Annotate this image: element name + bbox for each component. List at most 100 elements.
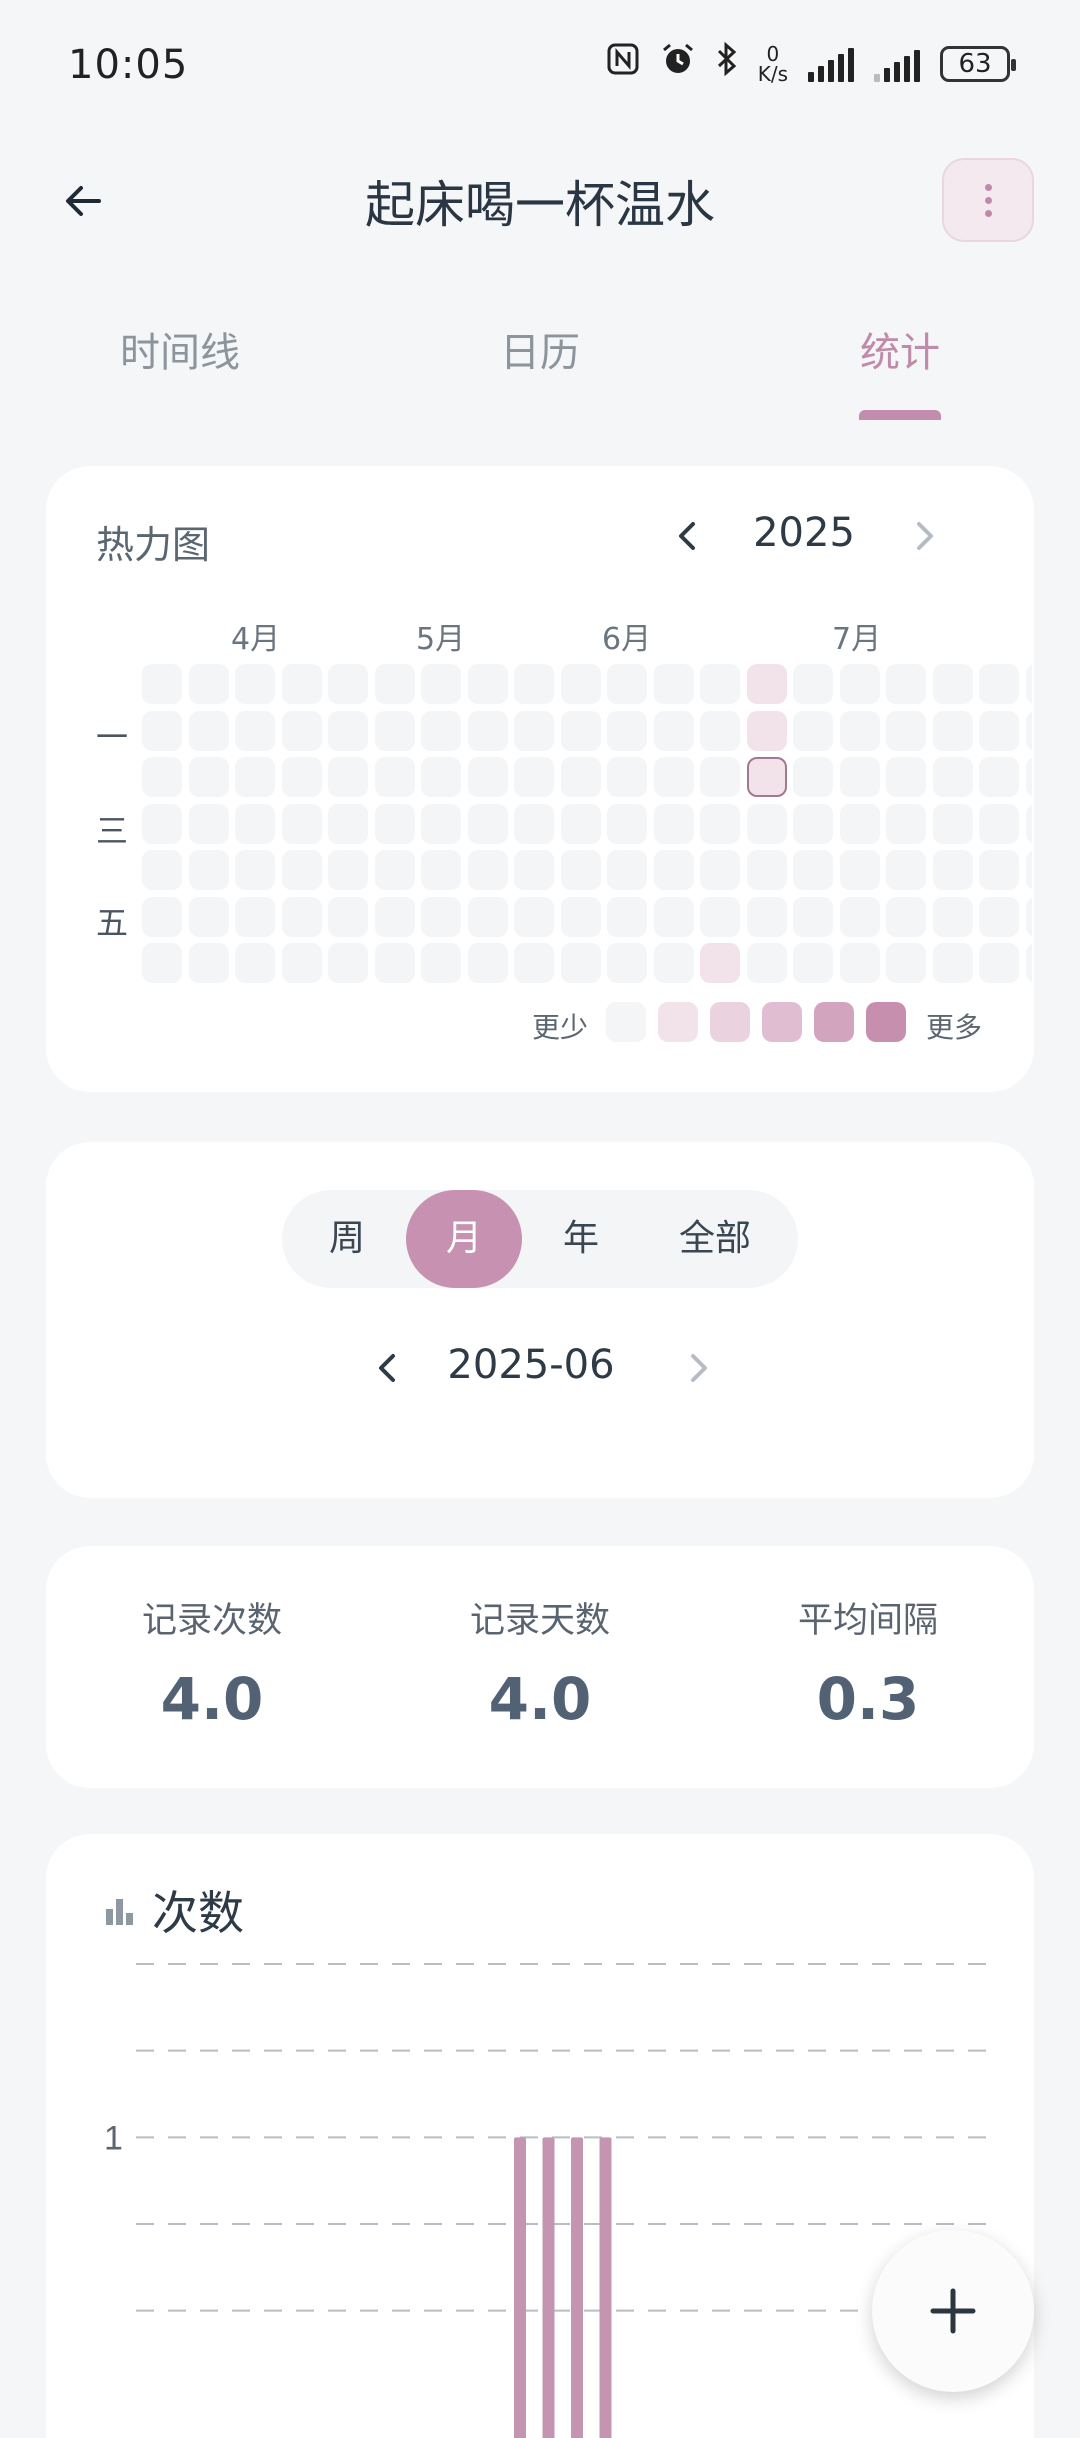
heatmap-cell[interactable] xyxy=(607,896,647,937)
heatmap-cell[interactable] xyxy=(142,943,182,983)
prev-year-button[interactable] xyxy=(666,514,710,558)
heatmap-cell[interactable] xyxy=(839,943,880,983)
heatmap-cell[interactable] xyxy=(979,943,1019,983)
heatmap-cell[interactable] xyxy=(328,757,368,797)
heatmap-cell[interactable] xyxy=(746,943,787,983)
heatmap-cell[interactable] xyxy=(281,850,322,890)
chart-bar[interactable] xyxy=(599,2137,612,2438)
heatmap-cell[interactable] xyxy=(700,710,740,751)
heatmap-cell[interactable] xyxy=(374,896,415,937)
heatmap-cell[interactable] xyxy=(328,803,368,844)
heatmap-cell[interactable] xyxy=(793,757,833,797)
heatmap-cell[interactable] xyxy=(653,850,694,890)
heatmap-cell[interactable] xyxy=(514,850,554,890)
heatmap-cell[interactable] xyxy=(653,757,694,797)
heatmap-cell[interactable] xyxy=(607,850,647,890)
heatmap-cell[interactable] xyxy=(979,664,1019,704)
heatmap-cell[interactable] xyxy=(979,710,1019,751)
heatmap-cell[interactable] xyxy=(421,710,461,751)
heatmap-cell[interactable] xyxy=(374,943,415,983)
heatmap-cell[interactable] xyxy=(979,803,1019,844)
heatmap-cell[interactable] xyxy=(281,664,322,704)
heatmap-cell[interactable] xyxy=(746,710,787,751)
heatmap-cell[interactable] xyxy=(281,943,322,983)
heatmap-cell[interactable] xyxy=(560,664,601,704)
heatmap-cell[interactable] xyxy=(235,896,275,937)
heatmap-cell[interactable] xyxy=(560,710,601,751)
heatmap-cell[interactable] xyxy=(793,896,833,937)
prev-period-button[interactable] xyxy=(366,1346,410,1390)
heatmap-cell[interactable] xyxy=(328,850,368,890)
heatmap-cell[interactable] xyxy=(421,757,461,797)
heatmap-cell[interactable] xyxy=(235,943,275,983)
heatmap-cell[interactable] xyxy=(607,757,647,797)
heatmap-cell[interactable] xyxy=(328,943,368,983)
next-period-button[interactable] xyxy=(676,1346,720,1390)
heatmap-cell[interactable] xyxy=(235,757,275,797)
heatmap-cell[interactable] xyxy=(560,757,601,797)
heatmap-cell[interactable] xyxy=(235,664,275,704)
heatmap-cell[interactable] xyxy=(700,896,740,937)
heatmap-cell[interactable] xyxy=(979,896,1019,937)
heatmap-cell[interactable] xyxy=(421,943,461,983)
heatmap-cell[interactable] xyxy=(188,803,229,844)
heatmap-cell[interactable] xyxy=(188,943,229,983)
heatmap-cell[interactable] xyxy=(979,757,1019,797)
heatmap-cell[interactable] xyxy=(1025,757,1032,797)
heatmap-cell[interactable] xyxy=(839,803,880,844)
heatmap-cell[interactable] xyxy=(839,757,880,797)
heatmap-cell[interactable] xyxy=(839,896,880,937)
heatmap-cell[interactable] xyxy=(514,896,554,937)
heatmap-cell[interactable] xyxy=(188,664,229,704)
heatmap-cell[interactable] xyxy=(560,803,601,844)
heatmap-cell[interactable] xyxy=(188,896,229,937)
heatmap-cell[interactable] xyxy=(235,710,275,751)
heatmap-cell[interactable] xyxy=(374,664,415,704)
heatmap-cell[interactable] xyxy=(653,710,694,751)
heatmap-cell[interactable] xyxy=(746,850,787,890)
heatmap-cell[interactable] xyxy=(839,664,880,704)
heatmap-cell[interactable] xyxy=(421,803,461,844)
heatmap-cell[interactable] xyxy=(374,757,415,797)
chart-bar[interactable] xyxy=(571,2137,583,2438)
heatmap-cell[interactable] xyxy=(653,803,694,844)
heatmap-cell[interactable] xyxy=(467,943,508,983)
heatmap-cell[interactable] xyxy=(467,803,508,844)
heatmap-cell[interactable] xyxy=(932,803,973,844)
heatmap-cell[interactable] xyxy=(886,896,926,937)
heatmap-cell[interactable] xyxy=(932,757,973,797)
heatmap-cell[interactable] xyxy=(700,850,740,890)
heatmap-cell[interactable] xyxy=(421,664,461,704)
heatmap-cell[interactable] xyxy=(142,896,182,937)
heatmap-cell[interactable] xyxy=(886,757,926,797)
heatmap-cell[interactable] xyxy=(328,710,368,751)
heatmap-cell[interactable] xyxy=(514,664,554,704)
heatmap-cell[interactable] xyxy=(793,664,833,704)
heatmap-cell[interactable] xyxy=(421,850,461,890)
heatmap-cell[interactable] xyxy=(653,943,694,983)
heatmap-cell[interactable] xyxy=(1025,803,1032,844)
heatmap-cell[interactable] xyxy=(374,850,415,890)
heatmap-cell[interactable] xyxy=(1025,710,1032,751)
heatmap-cell[interactable] xyxy=(700,803,740,844)
heatmap-cell[interactable] xyxy=(1025,943,1032,983)
heatmap-cell[interactable] xyxy=(281,757,322,797)
heatmap-cell[interactable] xyxy=(235,850,275,890)
tab-timeline[interactable]: 时间线 xyxy=(120,320,240,378)
more-button[interactable] xyxy=(942,158,1034,242)
heatmap-cell[interactable] xyxy=(467,710,508,751)
period-option-all[interactable]: 全部 xyxy=(640,1190,790,1288)
heatmap-cell[interactable] xyxy=(653,896,694,937)
heatmap-cell[interactable] xyxy=(421,896,461,937)
heatmap-cell[interactable] xyxy=(793,943,833,983)
heatmap-cell[interactable] xyxy=(979,850,1019,890)
heatmap-cell[interactable] xyxy=(1025,850,1032,890)
heatmap-cell[interactable] xyxy=(746,896,787,937)
heatmap-cell[interactable] xyxy=(514,757,554,797)
heatmap-cell[interactable] xyxy=(886,850,926,890)
heatmap-cell[interactable] xyxy=(607,664,647,704)
heatmap-cell[interactable] xyxy=(839,710,880,751)
heatmap-cell[interactable] xyxy=(607,943,647,983)
heatmap-cell[interactable] xyxy=(607,803,647,844)
heatmap-cell[interactable] xyxy=(281,710,322,751)
